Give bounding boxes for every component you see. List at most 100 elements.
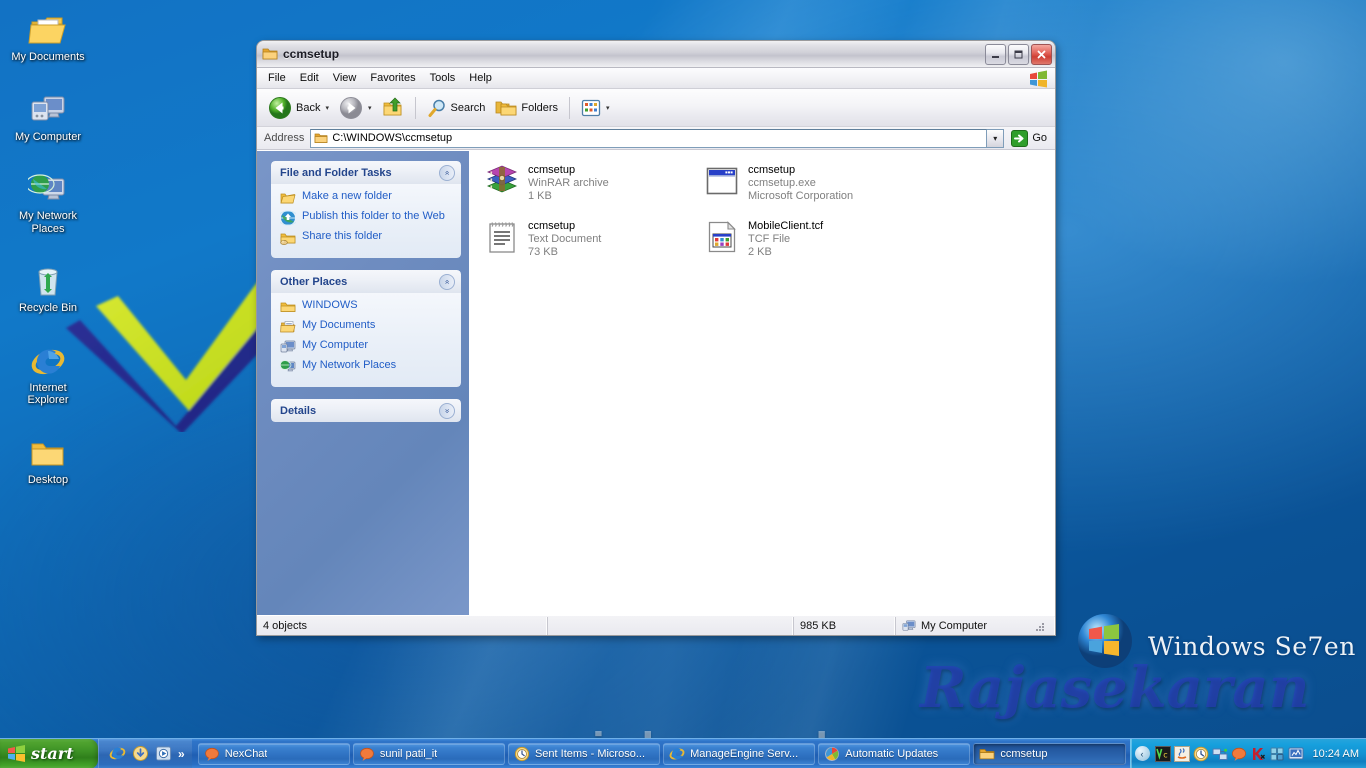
chevron-down-icon[interactable]: » bbox=[439, 402, 455, 419]
search-button[interactable]: Search bbox=[422, 95, 491, 121]
tray-clock[interactable]: 10:24 AM bbox=[1313, 748, 1359, 760]
kaspersky-tray-icon[interactable] bbox=[1250, 746, 1266, 762]
my-computer-icon bbox=[902, 619, 916, 631]
my-documents-icon bbox=[9, 4, 87, 48]
window-title-bar[interactable]: ccmsetup bbox=[257, 41, 1055, 68]
file-item[interactable]: ccmsetup Text Document 73 KB bbox=[479, 215, 699, 271]
file-item[interactable]: ccmsetup ccmsetup.exe Microsoft Corporat… bbox=[699, 159, 919, 215]
menu-item-view[interactable]: View bbox=[326, 70, 364, 86]
panel-body: Make a new folder Publish this folder to… bbox=[271, 184, 461, 258]
menu-bar[interactable]: File Edit View Favorites Tools Help bbox=[257, 68, 1055, 89]
desktop-icon-internet-explorer[interactable]: Internet Explorer bbox=[9, 335, 87, 407]
explorer-window[interactable]: ccmsetup File Edit View Favorites Tools … bbox=[256, 40, 1056, 636]
panel-header[interactable]: File and Folder Tasks « bbox=[271, 161, 461, 184]
task-make-new-folder[interactable]: Make a new folder bbox=[280, 190, 453, 206]
task-button-automatic-updates[interactable]: Automatic Updates bbox=[818, 742, 971, 765]
task-share-folder[interactable]: Share this folder bbox=[280, 230, 453, 246]
go-button[interactable]: Go bbox=[1004, 129, 1052, 147]
place-my-network-places[interactable]: My Network Places bbox=[280, 359, 453, 375]
place-my-documents[interactable]: My Documents bbox=[280, 319, 453, 335]
place-windows[interactable]: WINDOWS bbox=[280, 299, 453, 315]
task-label: NexChat bbox=[224, 747, 268, 760]
back-button[interactable]: Back ▾ bbox=[263, 93, 334, 123]
address-value: C:\WINDOWS\ccmsetup bbox=[332, 132, 453, 144]
task-label: ManageEngine Serv... bbox=[690, 747, 799, 760]
file-name: ccmsetup bbox=[528, 164, 576, 176]
maximize-button[interactable] bbox=[1008, 43, 1029, 65]
chat-tray-icon[interactable] bbox=[1231, 746, 1247, 762]
folder-icon bbox=[315, 133, 328, 143]
menu-item-tools[interactable]: Tools bbox=[423, 70, 463, 86]
close-button[interactable] bbox=[1031, 43, 1052, 65]
status-objects-text: 4 objects bbox=[263, 619, 308, 632]
desktop-icon-my-documents[interactable]: My Documents bbox=[9, 4, 87, 64]
outlook-icon bbox=[514, 746, 530, 761]
file-item[interactable]: ccmsetup WinRAR archive 1 KB bbox=[479, 159, 699, 215]
file-item[interactable]: MobileClient.tcf TCF File 2 KB bbox=[699, 215, 919, 271]
panel-header[interactable]: Other Places « bbox=[271, 270, 461, 293]
resize-grip-icon[interactable] bbox=[1032, 619, 1046, 633]
monitor-tray-icon[interactable] bbox=[1288, 746, 1304, 762]
menu-item-edit[interactable]: Edit bbox=[293, 70, 326, 86]
folders-button[interactable]: Folders bbox=[490, 95, 563, 121]
media-icon[interactable] bbox=[155, 745, 172, 762]
address-input[interactable]: C:\WINDOWS\ccmsetup bbox=[310, 128, 988, 148]
file-type: WinRAR archive bbox=[528, 177, 609, 189]
desktop-icon-desktop-folder[interactable]: Desktop bbox=[9, 427, 87, 487]
task-publish-folder-web[interactable]: Publish this folder to the Web bbox=[280, 210, 453, 226]
views-button[interactable]: ▾ bbox=[576, 96, 615, 120]
menu-item-favorites[interactable]: Favorites bbox=[363, 70, 422, 86]
java-tray-icon[interactable] bbox=[1173, 745, 1190, 762]
forward-button[interactable]: ▾ bbox=[334, 93, 377, 123]
generic-file-icon bbox=[708, 221, 736, 253]
quick-launch-bar[interactable]: » bbox=[98, 738, 192, 768]
task-button-sunil-patil-it[interactable]: sunil patil_it bbox=[352, 742, 505, 765]
internet-explorer-icon bbox=[669, 747, 685, 760]
task-button-sent-items-outlook[interactable]: Sent Items - Microso... bbox=[507, 742, 661, 765]
minimize-button[interactable] bbox=[985, 43, 1006, 65]
menu-item-file[interactable]: File bbox=[261, 70, 293, 86]
taskbar[interactable]: start » NexChat sunil patil_it Sent Item… bbox=[0, 738, 1366, 768]
back-caret-icon[interactable]: ▾ bbox=[325, 104, 329, 112]
quick-launch-more-button[interactable]: » bbox=[178, 747, 185, 761]
panel-header[interactable]: Details » bbox=[271, 399, 461, 422]
chat-bubble-icon bbox=[204, 747, 219, 761]
clock-tray-icon[interactable] bbox=[1193, 746, 1209, 762]
file-meta: ccmsetup WinRAR archive 1 KB bbox=[528, 163, 609, 203]
chevron-up-icon[interactable]: « bbox=[439, 273, 455, 290]
task-button-nexchat[interactable]: NexChat bbox=[197, 742, 350, 765]
system-tray[interactable]: ‹ c 10:24 AM bbox=[1129, 738, 1366, 768]
navigation-toolbar[interactable]: Back ▾ ▾ Search Folders ▾ bbox=[257, 89, 1055, 127]
address-dropdown-button[interactable]: ▾ bbox=[987, 128, 1005, 148]
folder-icon bbox=[9, 427, 87, 471]
start-button[interactable]: start bbox=[0, 738, 98, 768]
status-location-text: My Computer bbox=[921, 619, 988, 632]
task-button-manageengine[interactable]: ManageEngine Serv... bbox=[663, 742, 816, 765]
vc-tray-icon[interactable]: c bbox=[1154, 745, 1171, 762]
sms-agent-tray-icon[interactable] bbox=[1269, 746, 1285, 762]
views-caret-icon[interactable]: ▾ bbox=[606, 104, 610, 112]
task-button-ccmsetup[interactable]: ccmsetup bbox=[973, 742, 1126, 765]
menu-item-help[interactable]: Help bbox=[462, 70, 499, 86]
chevron-left-icon: ‹ bbox=[1140, 748, 1144, 759]
start-label: start bbox=[31, 744, 74, 763]
file-name: MobileClient.tcf bbox=[748, 220, 824, 232]
forward-caret-icon[interactable]: ▾ bbox=[368, 104, 372, 112]
place-my-computer[interactable]: My Computer bbox=[280, 339, 453, 355]
folders-label: Folders bbox=[521, 101, 559, 114]
tray-expand-button[interactable]: ‹ bbox=[1134, 746, 1150, 761]
chevron-up-icon[interactable]: « bbox=[439, 164, 455, 181]
network-tray-icon[interactable] bbox=[1212, 746, 1228, 762]
up-button[interactable] bbox=[377, 94, 409, 122]
address-bar[interactable]: Address C:\WINDOWS\ccmsetup ▾ Go bbox=[257, 127, 1055, 150]
automatic-updates-icon bbox=[825, 746, 840, 761]
desktop-icon-my-network-places[interactable]: My Network Places bbox=[9, 163, 87, 235]
up-folder-icon bbox=[383, 97, 401, 115]
desktop-icon-recycle-bin[interactable]: Recycle Bin bbox=[9, 255, 87, 315]
desktop-icon-my-computer[interactable]: My Computer bbox=[9, 84, 87, 144]
show-desktop-icon[interactable] bbox=[132, 745, 149, 762]
status-size: 985 KB bbox=[793, 616, 895, 635]
internet-explorer-icon[interactable] bbox=[109, 745, 126, 762]
my-computer-icon bbox=[9, 84, 87, 128]
file-list[interactable]: ccmsetup WinRAR archive 1 KB ccmsetup cc… bbox=[469, 151, 1055, 615]
